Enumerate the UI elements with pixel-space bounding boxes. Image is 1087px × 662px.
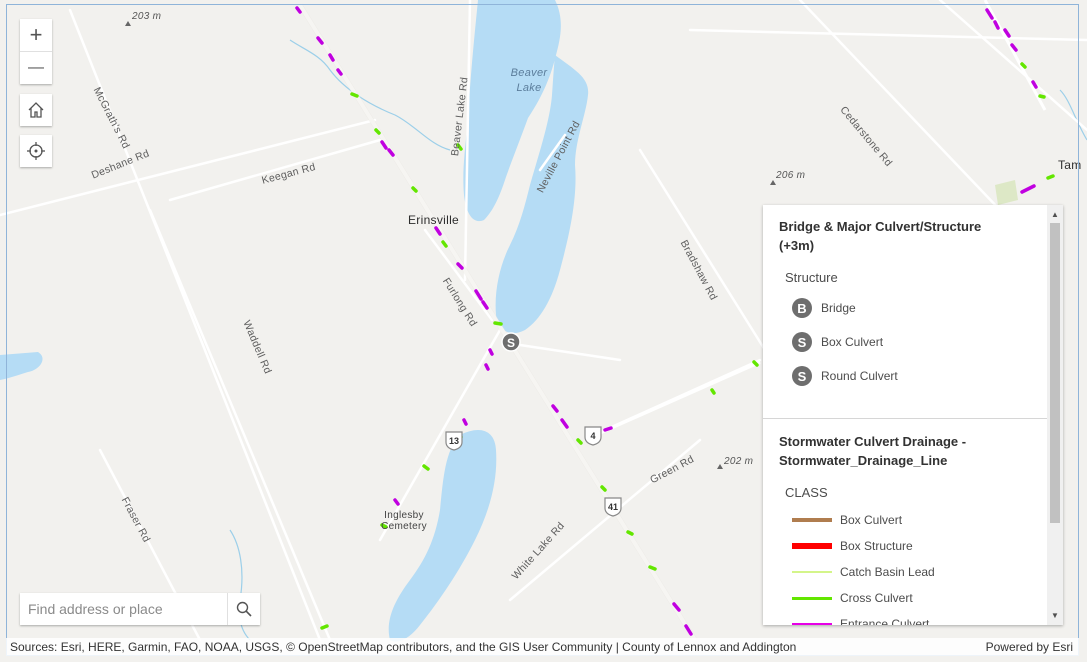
home-icon: [28, 102, 44, 118]
label-tam: Tam: [1058, 158, 1082, 172]
legend-item-label: Box Structure: [840, 539, 913, 553]
road-waddell: [148, 208, 332, 642]
scroll-thumb[interactable]: [1050, 223, 1060, 523]
road-keegan: [168, 138, 382, 202]
legend-line-catch-basin: Catch Basin Lead: [792, 565, 935, 579]
legend-panel[interactable]: Bridge & Major Culvert/Structure (+3m) S…: [763, 205, 1063, 625]
label-inglesby-cemetery: Inglesby Cemetery: [381, 510, 427, 532]
hwy-13-shield: 13: [445, 431, 463, 451]
search-button[interactable]: [227, 593, 260, 625]
legend-item-box-culvert-structure: S Box Culvert: [792, 332, 883, 352]
search-icon: [236, 601, 252, 617]
legend-item-label: Catch Basin Lead: [840, 565, 935, 579]
legend-layer1-field: Structure: [785, 270, 838, 285]
svg-text:41: 41: [608, 502, 618, 512]
creek: [289, 39, 451, 151]
legend-line-box-culvert: Box Culvert: [792, 513, 902, 527]
search-widget: [20, 593, 260, 625]
legend-item-label: Cross Culvert: [840, 591, 913, 605]
zoom-in-button[interactable]: +: [20, 19, 52, 51]
attribution-bar: Sources: Esri, HERE, Garmin, FAO, NOAA, …: [6, 638, 1079, 656]
svg-text:S: S: [507, 336, 515, 350]
creek-3: [1059, 89, 1087, 141]
structure-marker[interactable]: S: [501, 332, 521, 352]
powered-by-esri-link[interactable]: Powered by Esri: [986, 640, 1073, 654]
scroll-down-arrow-icon[interactable]: ▼: [1047, 608, 1063, 622]
legend-item-label: Box Culvert: [821, 335, 884, 349]
line-swatch: [792, 596, 832, 600]
legend-line-box-structure: Box Structure: [792, 539, 913, 553]
svg-text:13: 13: [449, 436, 459, 446]
label-elev-206: 206 m: [776, 170, 806, 181]
legend-layer2-title: Stormwater Culvert Drainage - Stormwater…: [779, 434, 967, 468]
structure-symbol-icon: S: [792, 366, 812, 386]
locate-button[interactable]: [20, 135, 52, 167]
legend-divider: [763, 418, 1047, 419]
legend-item-label: Box Culvert: [840, 513, 903, 527]
legend-item-label: Bridge: [821, 301, 856, 315]
map-app: S 13 4 41 Beaver Lake Erinsville Inglesb…: [0, 0, 1087, 662]
search-input[interactable]: [20, 593, 227, 625]
locate-icon: [27, 142, 45, 160]
svg-text:4: 4: [590, 431, 595, 441]
zoom-controls: + —: [20, 19, 52, 84]
legend-layer1-title: Bridge & Major Culvert/Structure (+3m): [779, 219, 982, 253]
legend-item-bridge: B Bridge: [792, 298, 856, 318]
white-lake: [388, 430, 497, 642]
road-east-2: [983, 0, 1047, 111]
road-lakeshore: [518, 343, 622, 362]
home-button[interactable]: [20, 94, 52, 126]
label-erinsville: Erinsville: [408, 213, 460, 227]
line-swatch: [792, 571, 832, 573]
road-cedarstone: [798, 0, 1002, 212]
road-tam: [938, 0, 1087, 132]
zoom-out-button[interactable]: —: [20, 51, 52, 84]
legend-item-label: Round Culvert: [821, 369, 898, 383]
structure-symbol-icon: S: [792, 332, 812, 352]
bridge-symbol-icon: B: [792, 298, 812, 318]
legend-item-round-culvert: S Round Culvert: [792, 366, 898, 386]
hwy-4-shield: 4: [584, 426, 602, 446]
legend-scrollbar[interactable]: ▲ ▼: [1047, 205, 1063, 625]
line-swatch: [792, 622, 832, 625]
label-elev-203: 203 m: [132, 11, 162, 22]
legend-line-entrance-culvert: Entrance Culvert: [792, 617, 929, 625]
legend-layer2-field: CLASS: [785, 485, 828, 500]
line-swatch: [792, 518, 832, 522]
legend-line-cross-culvert: Cross Culvert: [792, 591, 913, 605]
scroll-up-arrow-icon[interactable]: ▲: [1047, 207, 1063, 221]
park-area: [995, 180, 1018, 205]
hwy-41-shield: 41: [604, 497, 622, 517]
road-east: [688, 28, 1087, 42]
small-pond: [0, 352, 43, 380]
attribution-sources[interactable]: Sources: Esri, HERE, Garmin, FAO, NOAA, …: [10, 640, 796, 654]
line-swatch: [792, 543, 832, 549]
legend-item-label: Entrance Culvert: [840, 617, 930, 625]
label-elev-202: 202 m: [724, 456, 754, 467]
road-4: [594, 360, 761, 437]
label-beaver-lake: Beaver Lake: [510, 67, 548, 94]
road-deshane: [0, 118, 377, 217]
